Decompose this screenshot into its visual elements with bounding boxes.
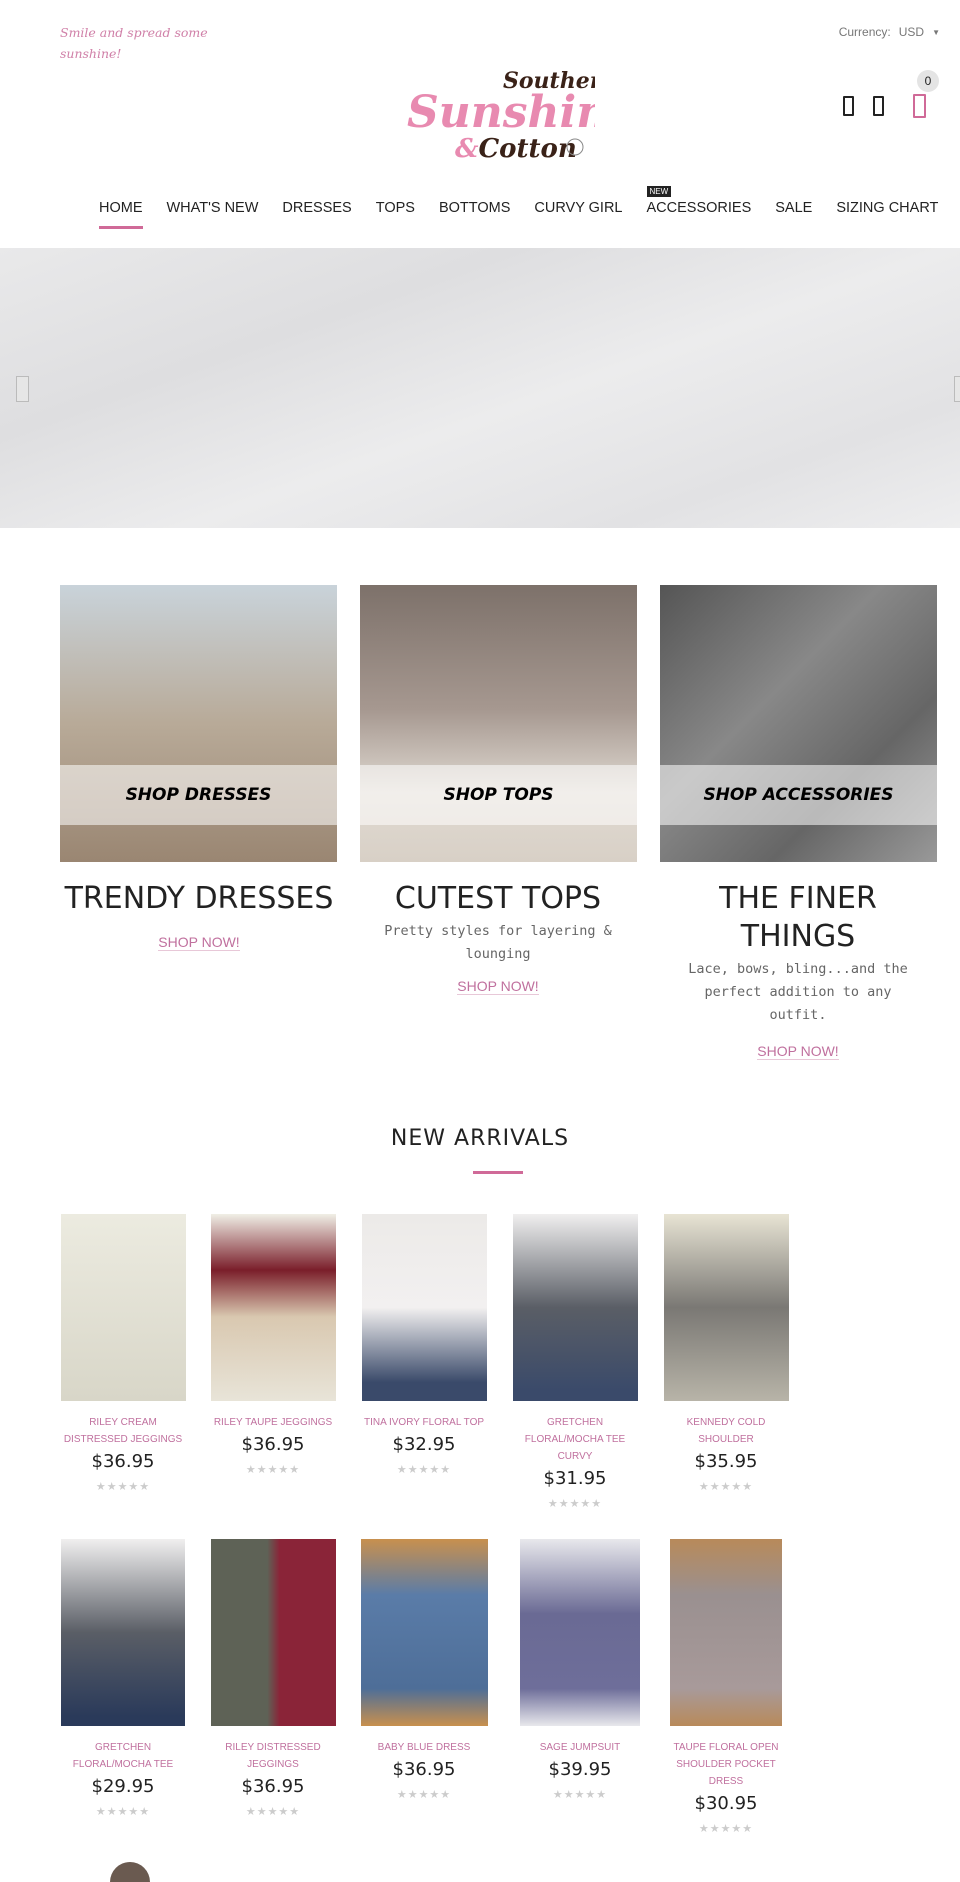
nav-item-dresses[interactable]: DRESSES <box>282 200 351 229</box>
category-title: THE FINER THINGS <box>719 881 877 954</box>
product-image[interactable] <box>210 1214 336 1401</box>
currency-value: USD <box>898 25 925 39</box>
product-card[interactable]: Riley Cream Distressed Jeggings $36.95 ★★★… <box>48 1214 198 1493</box>
star-rating-icon: ★★★★★ <box>245 1806 301 1818</box>
product-image[interactable] <box>61 1539 185 1726</box>
product-name[interactable]: Taupe Floral Open Shoulder Pocket Dress <box>651 1739 801 1790</box>
category-banner: SHOP ACCESSORIES <box>660 765 937 825</box>
star-rating-icon: ★★★★★ <box>95 1806 151 1818</box>
section-title-underline <box>473 1171 523 1174</box>
svg-text:Sunshine: Sunshine <box>407 87 595 138</box>
tagline: Smile and spread some sunshine! <box>60 25 208 61</box>
product-card[interactable]: Riley Distressed Jeggings $36.95 ★★★★★ <box>198 1539 348 1818</box>
hero-slider[interactable] <box>0 248 960 528</box>
product-image[interactable] <box>670 1539 782 1726</box>
product-image[interactable] <box>520 1539 640 1726</box>
cart-icon[interactable] <box>913 94 926 118</box>
main-nav: HOME WHAT'S NEW DRESSES TOPS BOTTOMS CUR… <box>99 186 938 229</box>
shop-now-link[interactable]: SHOP NOW! <box>158 934 240 951</box>
category-subtitle: Lace, bows, bling...and the perfect addi… <box>688 961 908 1023</box>
category-title: TRENDY DRESSES <box>64 881 334 916</box>
nav-item-sale[interactable]: SALE <box>775 200 812 229</box>
currency-label: Currency: <box>838 25 891 39</box>
product-name[interactable]: Gretchen Floral/Mocha Tee Curvy <box>500 1414 650 1465</box>
svg-text:&Cotton: &Cotton <box>455 134 577 162</box>
slider-prev-arrow[interactable] <box>16 376 29 402</box>
product-card[interactable]: Riley Taupe Jeggings $36.95 ★★★★★ <box>198 1214 348 1476</box>
product-card[interactable]: Kennedy Cold Shoulder $35.95 ★★★★★ <box>651 1214 801 1493</box>
product-name[interactable]: Riley Cream Distressed Jeggings <box>48 1414 198 1448</box>
product-card[interactable]: Gretchen Floral/Mocha Tee $29.95 ★★★★★ <box>48 1539 198 1818</box>
star-rating-icon: ★★★★★ <box>547 1498 603 1510</box>
logo[interactable]: Southern Sunshine &Cotton <box>405 62 636 164</box>
product-name[interactable]: Tina Ivory Floral Top <box>349 1414 499 1431</box>
product-price: $36.95 <box>241 1434 305 1455</box>
product-price: $36.95 <box>241 1776 305 1797</box>
chevron-down-icon: ▼ <box>932 27 940 37</box>
user-icon[interactable] <box>873 96 884 116</box>
product-price: $36.95 <box>392 1759 456 1780</box>
category-block-tops: CUTEST TOPS Pretty styles for layering &… <box>353 880 643 996</box>
new-tag: NEW <box>646 186 672 197</box>
category-tile-accessories[interactable]: SHOP ACCESSORIES <box>660 585 937 862</box>
product-name[interactable]: Riley Distressed Jeggings <box>198 1739 348 1773</box>
nav-item-label: ACCESSORIES <box>646 200 752 216</box>
shop-now-link[interactable]: SHOP NOW! <box>457 978 539 995</box>
product-image[interactable] <box>60 1214 186 1401</box>
nav-item-curvy-girl[interactable]: CURVY GIRL <box>534 200 622 229</box>
category-title: CUTEST TOPS <box>394 881 602 916</box>
search-icon[interactable] <box>843 96 854 116</box>
star-rating-icon: ★★★★★ <box>245 1464 301 1476</box>
product-name[interactable]: Riley Taupe Jeggings <box>198 1414 348 1431</box>
star-rating-icon: ★★★★★ <box>698 1823 754 1835</box>
category-subtitle: Pretty styles for layering & lounging <box>384 923 612 962</box>
nav-item-tops[interactable]: TOPS <box>376 200 415 229</box>
star-rating-icon: ★★★★★ <box>396 1789 452 1801</box>
product-price: $31.95 <box>543 1468 607 1489</box>
product-image[interactable] <box>360 1539 488 1726</box>
product-card[interactable]: Taupe Floral Open Shoulder Pocket Dress $… <box>651 1539 801 1835</box>
star-rating-icon: ★★★★★ <box>552 1789 608 1801</box>
product-image[interactable] <box>210 1539 336 1726</box>
slider-next-arrow[interactable] <box>954 376 960 402</box>
product-price: $32.95 <box>392 1434 456 1455</box>
nav-item-home[interactable]: HOME <box>99 200 143 229</box>
product-image[interactable] <box>512 1214 638 1401</box>
product-name[interactable]: Baby Blue Dress <box>349 1739 499 1756</box>
product-name[interactable]: Sage Jumpsuit <box>505 1739 655 1756</box>
product-image[interactable] <box>110 1862 150 1882</box>
product-card[interactable]: Baby Blue Dress $36.95 ★★★★★ <box>349 1539 499 1801</box>
star-rating-icon: ★★★★★ <box>396 1464 452 1476</box>
product-price: $29.95 <box>91 1776 155 1797</box>
category-tile-dresses[interactable]: SHOP DRESSES <box>60 585 337 862</box>
cart-count-badge: 0 <box>917 70 939 92</box>
star-rating-icon: ★★★★★ <box>698 1481 754 1493</box>
shop-now-link[interactable]: SHOP NOW! <box>757 1043 839 1060</box>
currency-selector[interactable]: Currency: USD ▼ <box>839 25 940 39</box>
star-rating-icon: ★★★★★ <box>95 1481 151 1493</box>
nav-item-whats-new[interactable]: WHAT'S NEW <box>167 200 259 229</box>
product-card[interactable]: Tina Ivory Floral Top $32.95 ★★★★★ <box>349 1214 499 1476</box>
product-name[interactable]: Kennedy Cold Shoulder <box>651 1414 801 1448</box>
category-banner: SHOP TOPS <box>360 765 637 825</box>
product-name[interactable]: Gretchen Floral/Mocha Tee <box>48 1739 198 1773</box>
product-price: $39.95 <box>548 1759 612 1780</box>
category-block-accessories: THE FINER THINGS Lace, bows, bling...and… <box>653 880 943 1061</box>
product-price: $36.95 <box>91 1451 155 1472</box>
product-image[interactable] <box>663 1214 789 1401</box>
category-tile-tops[interactable]: SHOP TOPS <box>360 585 637 862</box>
product-card[interactable]: Sage Jumpsuit $39.95 ★★★★★ <box>505 1539 655 1801</box>
category-block-dresses: TRENDY DRESSES SHOP NOW! <box>54 880 344 952</box>
nav-item-sizing-chart[interactable]: SIZING CHART <box>836 200 938 229</box>
category-banner: SHOP DRESSES <box>60 765 337 825</box>
section-title: NEW ARRIVALS <box>390 1126 570 1151</box>
product-price: $35.95 <box>694 1451 758 1472</box>
nav-item-accessories[interactable]: NEW ACCESSORIES <box>646 186 752 229</box>
product-image[interactable] <box>361 1214 487 1401</box>
product-card[interactable]: Gretchen Floral/Mocha Tee Curvy $31.95 ★★★… <box>500 1214 650 1510</box>
nav-item-bottoms[interactable]: BOTTOMS <box>439 200 510 229</box>
product-price: $30.95 <box>694 1793 758 1814</box>
